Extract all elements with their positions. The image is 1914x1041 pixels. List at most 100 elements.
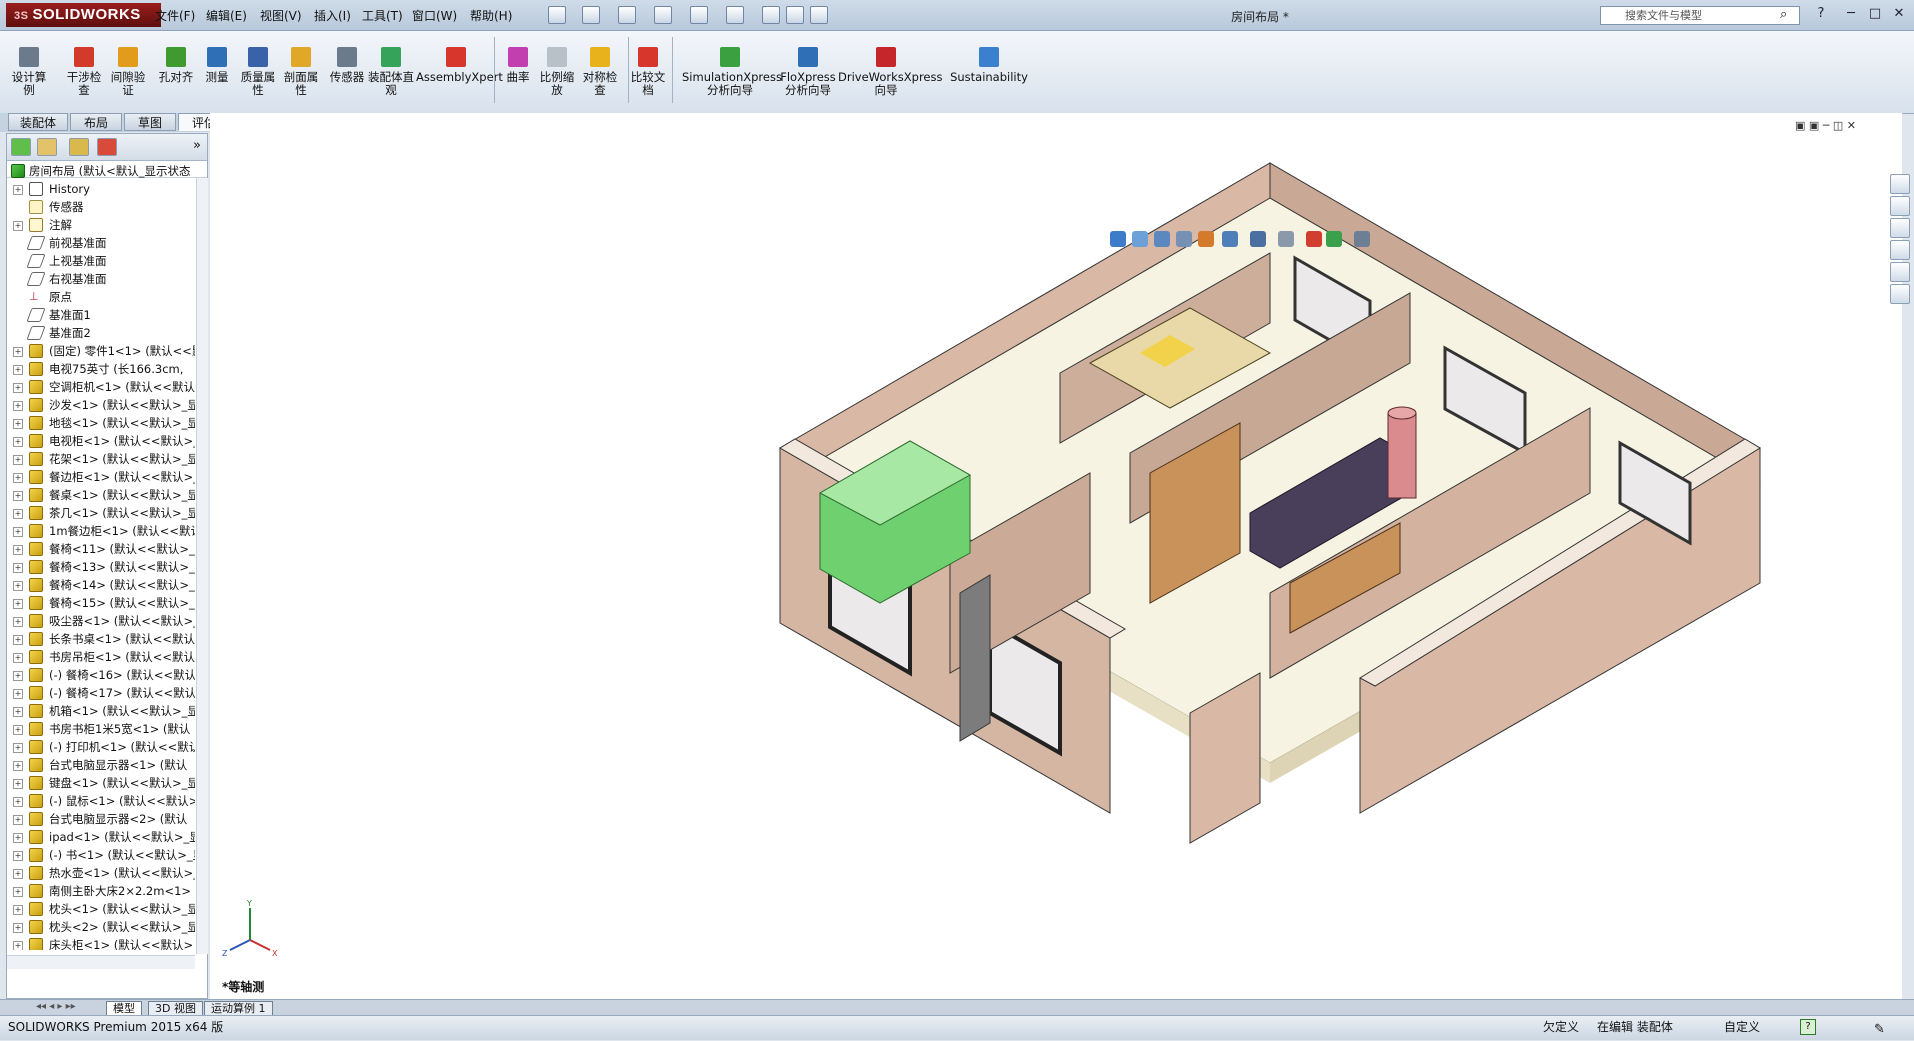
expand-icon[interactable]: + [13,509,23,519]
menu-item-1[interactable]: 编辑(E) [206,7,247,24]
command-measure-button[interactable]: 测量 [200,31,234,113]
expand-icon[interactable]: + [13,599,23,609]
tree-item[interactable]: ⊥ 原点 [7,288,195,306]
solidworks-logo[interactable]: 3S SOLIDWORKS [6,3,161,27]
zoom-to-fit-icon[interactable] [1110,231,1126,247]
expand-icon[interactable]: + [13,545,23,555]
tree-item[interactable]: + 吸尘器<1> (默认<<默认>_ [7,612,195,630]
command-sensor-button[interactable]: 传感器 [326,31,368,113]
command-design-study-button[interactable]: 设计算例 [8,31,50,113]
tab-2[interactable]: 草图 [124,113,176,131]
tree-item[interactable]: + 书房吊柜<1> (默认<<默认 [7,648,195,666]
expand-icon[interactable]: + [13,581,23,591]
command-clearance-verify-button[interactable]: 间隙验证 [106,31,150,113]
expand-icon[interactable]: + [13,455,23,465]
tree-item[interactable]: + 键盘<1> (默认<<默认>_显 [7,774,195,792]
expand-icon[interactable]: + [13,761,23,771]
menu-item-5[interactable]: 窗口(W) [412,7,457,24]
tree-item[interactable]: + 书房书柜1米5宽<1> (默认 [7,720,195,738]
tree-item[interactable]: + 沙发<1> (默认<<默认>_显 [7,396,195,414]
new-document-icon[interactable] [548,6,566,24]
command-compare-documents-button[interactable]: 比较文档 [628,31,668,113]
tree-item[interactable]: + 台式电脑显示器<1> (默认 [7,756,195,774]
previous-view-icon[interactable] [1154,231,1170,247]
propertymanager-tab-icon[interactable] [37,138,57,156]
tree-item[interactable]: + 注解 [7,216,195,234]
tree-item[interactable]: 基准面2 [7,324,195,342]
expand-icon[interactable]: + [13,473,23,483]
design-library-icon[interactable] [1890,196,1910,216]
rebuild-icon[interactable] [762,6,780,24]
apply-scene-icon[interactable] [1326,231,1342,247]
close-icon[interactable]: ✕ [1888,5,1910,23]
tree-item[interactable]: + 餐椅<14> (默认<<默认>_ [7,576,195,594]
units-status[interactable]: 自定义 [1724,1016,1760,1038]
tree-item[interactable]: + (-) 打印机<1> (默认<<默认 [7,738,195,756]
expand-icon[interactable]: + [13,635,23,645]
expand-icon[interactable]: + [13,365,23,375]
configurationmanager-tab-icon[interactable] [69,138,89,156]
expand-icon[interactable]: + [13,725,23,735]
expand-icon[interactable]: + [13,905,23,915]
expand-icon[interactable]: + [13,419,23,429]
search-input[interactable]: 搜索文件与模型 [1600,6,1800,25]
tree-item[interactable]: + 餐桌<1> (默认<<默认>_显 [7,486,195,504]
tree-item[interactable]: + (-) 餐椅<16> (默认<<默认 [7,666,195,684]
tree-item[interactable]: + (-) 书<1> (默认<<默认>_显 [7,846,195,864]
command-symmetry-check-button[interactable]: 对称检查 [580,31,620,113]
tree-item[interactable]: 右视基准面 [7,270,195,288]
viewport-window-controls[interactable]: ▣ ▣ ─ ◫ ✕ [1795,119,1856,132]
tree-item[interactable]: + 餐边柜<1> (默认<<默认>_ [7,468,195,486]
view-palette-icon[interactable] [1890,240,1910,260]
expand-icon[interactable]: + [13,941,23,950]
tree-item[interactable]: + 电视75英寸 (长166.3cm, [7,360,195,378]
expand-icon[interactable]: + [13,437,23,447]
file-explorer-icon[interactable] [1890,218,1910,238]
undo-icon[interactable] [690,6,708,24]
section-view-icon[interactable] [1176,231,1192,247]
expand-icon[interactable]: + [13,527,23,537]
command-floxpress-button[interactable]: FloXpress 分析向导 [778,31,838,113]
expand-icon[interactable]: + [13,491,23,501]
maximize-icon[interactable]: □ [1864,5,1886,23]
tree-item[interactable]: + (-) 鼠标<1> (默认<<默认> [7,792,195,810]
minimize-icon[interactable]: ─ [1840,5,1862,23]
tree-item[interactable]: + 餐椅<11> (默认<<默认>_ [7,540,195,558]
tab-scroll-icon[interactable]: ◂◂ ◂ ▸ ▸▸ [36,1001,76,1012]
zoom-area-icon[interactable] [1132,231,1148,247]
tree-item[interactable]: + 床头柜<1> (默认<<默认>_ [7,936,195,950]
tree-item[interactable]: + 电视柜<1> (默认<<默认>_ [7,432,195,450]
hide-show-icon[interactable] [1278,231,1294,247]
tree-item[interactable]: + 空调柜机<1> (默认<<默认 [7,378,195,396]
tree-root-row[interactable]: 房间布局 (默认<默认_显示状态 [7,162,195,180]
menu-item-2[interactable]: 视图(V) [260,7,302,24]
expand-icon[interactable]: + [13,869,23,879]
print-icon[interactable] [654,6,672,24]
tree-item[interactable]: + 枕头<1> (默认<<默认>_显 [7,900,195,918]
display-style-icon[interactable] [1250,231,1266,247]
tree-horizontal-scrollbar[interactable] [7,955,195,969]
tree-item[interactable]: + 枕头<2> (默认<<默认>_显 [7,918,195,936]
tree-item[interactable]: + (固定) 零件1<1> (默认<<默 [7,342,195,360]
expand-icon[interactable]: + [13,563,23,573]
edit-appearance-icon[interactable] [1306,231,1322,247]
graphics-area[interactable]: ▣ ▣ ─ ◫ ✕ [210,113,1902,999]
command-simulationxpress-button[interactable]: SimulationXpress 分析向导 [682,31,782,113]
expand-icon[interactable]: + [13,689,23,699]
open-document-icon[interactable] [582,6,600,24]
expand-icon[interactable]: + [13,347,23,357]
expand-icon[interactable]: + [13,833,23,843]
tree-item[interactable]: 传感器 [7,198,195,216]
expand-icon[interactable]: + [13,851,23,861]
tree-item[interactable]: + (-) 餐椅<17> (默认<<默认 [7,684,195,702]
expand-icon[interactable]: + [13,887,23,897]
custom-properties-icon[interactable] [1890,284,1910,304]
tree-item[interactable]: + 台式电脑显示器<2> (默认 [7,810,195,828]
tree-vertical-scrollbar[interactable] [196,178,208,954]
select-icon[interactable] [726,6,744,24]
menu-item-4[interactable]: 工具(T) [362,7,403,24]
tab-0[interactable]: 装配体 [8,113,68,131]
search-icon[interactable]: ⌕ [1780,7,1787,22]
command-sustainability-button[interactable]: Sustainability [934,31,1044,113]
expand-icon[interactable]: + [13,797,23,807]
